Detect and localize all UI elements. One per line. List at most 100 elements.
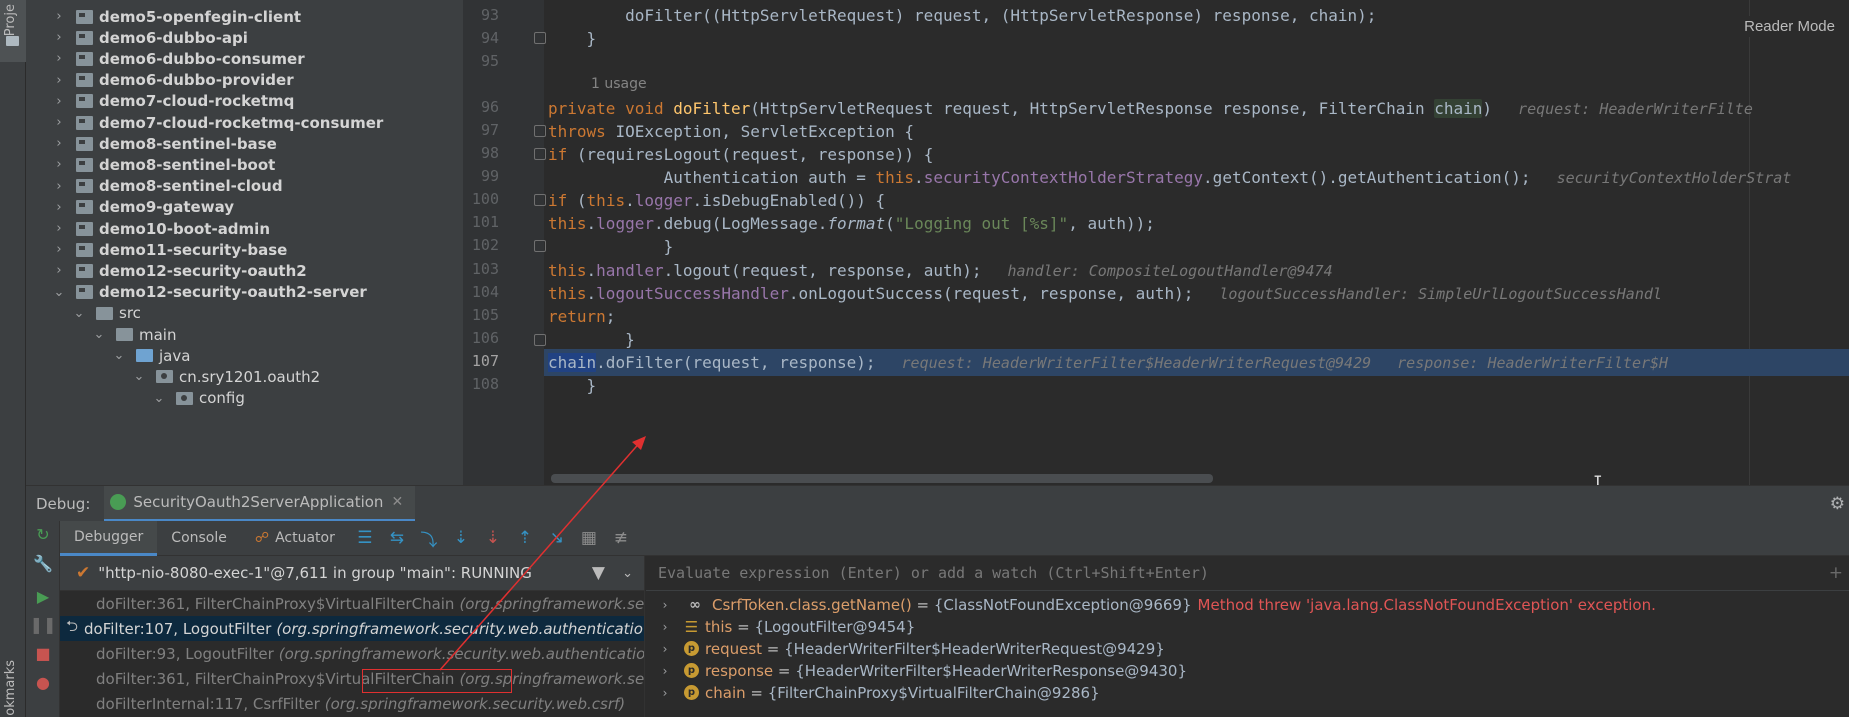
tree-item-label: demo7-cloud-rocketmq-consumer <box>99 113 384 132</box>
trace-stream-icon[interactable]: ≢ <box>605 521 637 556</box>
chevron-right-icon[interactable]: › <box>52 221 66 236</box>
line-number[interactable]: 94 <box>463 29 499 47</box>
run-to-cursor-icon[interactable]: ↘ <box>541 521 573 556</box>
inlay-hint: securityContextHolderStrat <box>1556 168 1792 187</box>
tree-item-label: java <box>159 346 191 365</box>
line-number[interactable]: 96 <box>463 98 499 116</box>
chevron-right-icon[interactable]: › <box>52 115 66 130</box>
line-number[interactable]: 105 <box>463 306 499 324</box>
line-number[interactable]: 93 <box>463 6 499 24</box>
thread-selector[interactable]: ✔ "http-nio-8080-exec-1"@7,611 in group … <box>60 556 644 591</box>
pause-icon[interactable]: ❚❚ <box>30 615 57 634</box>
tree-item-label: demo6-dubbo-api <box>99 28 248 47</box>
evaluate-expression-icon[interactable]: ▦ <box>573 521 605 556</box>
project-tool-tab[interactable]: Proje <box>0 0 26 62</box>
tab-console-label: Console <box>171 530 227 546</box>
chevron-down-icon[interactable]: ⌄ <box>622 566 633 581</box>
fold-marker[interactable] <box>534 148 546 160</box>
line-number[interactable]: 95 <box>463 52 499 70</box>
variable-row[interactable]: › p chain = {FilterChainProxy$VirtualFil… <box>646 680 1100 705</box>
line-number[interactable]: 97 <box>463 121 499 139</box>
resume-icon[interactable]: ▶ <box>34 587 52 606</box>
stack-frame[interactable]: doFilterInternal:117, CsrfFilter (org.spr… <box>60 691 644 716</box>
line-number[interactable]: 98 <box>463 144 499 162</box>
chevron-down-icon[interactable]: ⌄ <box>152 391 166 406</box>
mouse-cursor-icon: I <box>1593 472 1603 485</box>
gear-icon[interactable]: ⚙ <box>1830 494 1845 514</box>
variable-value: {LogoutFilter@9454} <box>754 617 916 636</box>
tree-item[interactable]: ⌄ config <box>152 386 245 411</box>
line-number[interactable]: 100 <box>463 190 499 208</box>
chevron-right-icon[interactable]: › <box>52 94 66 109</box>
reader-mode-toggle[interactable]: Reader Mode <box>1740 16 1839 37</box>
chevron-right-icon[interactable]: › <box>658 686 672 700</box>
chevron-right-icon[interactable]: › <box>658 620 672 634</box>
check-icon: ✔ <box>76 563 91 583</box>
tab-console[interactable]: Console <box>157 521 241 556</box>
tab-debugger[interactable]: Debugger <box>60 520 158 556</box>
parameter-icon: p <box>684 685 699 700</box>
chevron-right-icon[interactable]: › <box>52 73 66 88</box>
stop-icon[interactable]: ■ <box>34 644 52 663</box>
chevron-right-icon[interactable]: › <box>52 30 66 45</box>
line-number[interactable]: 101 <box>463 213 499 231</box>
menu-icon[interactable]: ☰ <box>349 521 381 556</box>
stack-frame-selected[interactable]: ⮌ doFilter:107, LogoutFilter (org.springfr… <box>60 616 644 641</box>
step-over-icon[interactable]: ⤵ <box>413 521 445 556</box>
chevron-right-icon[interactable]: › <box>52 263 66 278</box>
fold-marker[interactable] <box>534 125 546 137</box>
chevron-right-icon[interactable]: › <box>52 136 66 151</box>
chevron-right-icon[interactable]: › <box>658 598 672 612</box>
evaluate-expression-input[interactable]: Evaluate expression (Enter) or add a wat… <box>646 556 1849 591</box>
chevron-down-icon[interactable]: ⌄ <box>132 369 146 384</box>
stack-frame[interactable]: doFilter:361, FilterChainProxy$VirtualFi… <box>60 666 644 691</box>
line-number[interactable]: 108 <box>463 375 499 393</box>
code-editor[interactable]: 93 94 95 96 97 98 99 100 101 102 103 104 105 106 107 10… <box>463 0 1849 485</box>
fold-marker[interactable] <box>534 240 546 252</box>
usages-hint[interactable]: 1 usage <box>591 76 647 92</box>
line-number[interactable]: 106 <box>463 329 499 347</box>
chevron-down-icon[interactable]: ⌄ <box>52 285 66 300</box>
line-number[interactable]: 103 <box>463 260 499 278</box>
tree-item-label: demo6-dubbo-provider <box>99 71 294 90</box>
line-number[interactable]: 107 <box>463 352 499 370</box>
chevron-down-icon[interactable]: ⌄ <box>112 348 126 363</box>
chevron-right-icon[interactable]: › <box>52 51 66 66</box>
debug-session-tab[interactable]: SecurityOauth2ServerApplication ✕ <box>104 485 416 522</box>
chevron-right-icon[interactable]: › <box>658 664 672 678</box>
chevron-right-icon[interactable]: › <box>52 157 66 172</box>
fold-marker[interactable] <box>534 334 546 346</box>
line-number[interactable]: 102 <box>463 236 499 254</box>
wrench-icon[interactable]: 🔧 <box>33 554 53 573</box>
tree-item-label: demo10-boot-admin <box>99 219 270 238</box>
show-execution-point-icon[interactable]: ⇆ <box>381 521 413 556</box>
fold-marker[interactable] <box>534 32 546 44</box>
tab-actuator[interactable]: ☍ Actuator <box>241 521 349 556</box>
close-icon[interactable]: ✕ <box>391 494 403 510</box>
chevron-right-icon[interactable]: › <box>52 242 66 257</box>
fold-marker[interactable] <box>534 194 546 206</box>
step-into-icon[interactable]: ⇣ <box>445 521 477 556</box>
bookmarks-tool-label: okmarks <box>3 660 18 716</box>
chevron-right-icon[interactable]: › <box>52 9 66 24</box>
tree-item-label: main <box>139 325 177 344</box>
step-out-icon[interactable]: ⇡ <box>509 521 541 556</box>
rerun-icon[interactable]: ↻ <box>34 525 52 544</box>
code-line-102: } <box>548 237 674 256</box>
editor-horizontal-scrollbar[interactable] <box>551 474 1213 483</box>
line-number[interactable]: 104 <box>463 283 499 301</box>
chevron-right-icon[interactable]: › <box>52 200 66 215</box>
chevron-right-icon[interactable]: › <box>658 642 672 656</box>
stack-frame[interactable]: doFilter:93, LogoutFilter (org.springfram… <box>60 641 644 666</box>
filter-icon[interactable]: ▼ <box>592 563 605 583</box>
force-step-into-icon[interactable]: ⇣ <box>477 521 509 556</box>
add-watch-icon[interactable]: + <box>1829 563 1843 583</box>
chevron-down-icon[interactable]: ⌄ <box>92 327 106 342</box>
module-icon <box>76 179 93 194</box>
chevron-right-icon[interactable]: › <box>52 179 66 194</box>
view-breakpoints-icon[interactable]: ● <box>34 673 52 692</box>
line-number[interactable]: 99 <box>463 167 499 185</box>
stack-frame[interactable]: doFilter:361, FilterChainProxy$VirtualFi… <box>60 591 644 616</box>
spring-boot-icon <box>110 494 127 510</box>
chevron-down-icon[interactable]: ⌄ <box>72 306 86 321</box>
